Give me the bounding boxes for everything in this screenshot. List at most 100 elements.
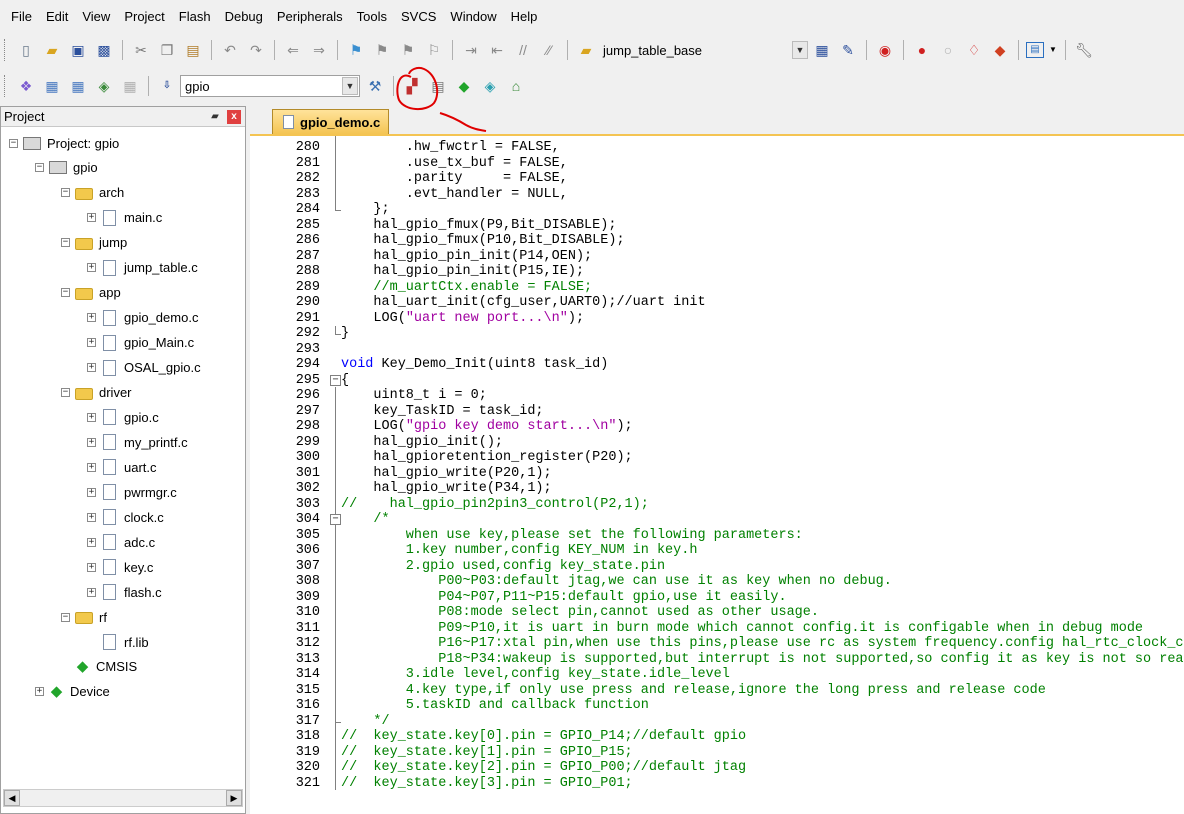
tree-item[interactable]: + main.c: [87, 207, 162, 229]
collapse-icon[interactable]: −: [35, 163, 44, 173]
expand-icon[interactable]: +: [87, 487, 96, 497]
collapse-icon[interactable]: −: [61, 388, 70, 397]
expand-icon[interactable]: +: [35, 687, 44, 697]
expand-icon[interactable]: +: [87, 213, 96, 223]
expand-icon[interactable]: +: [87, 338, 96, 348]
toolbar-grip[interactable]: [4, 39, 7, 61]
open-folder-icon[interactable]: ▰: [41, 39, 63, 61]
collapse-icon[interactable]: −: [9, 138, 18, 148]
disable-breakpoint-icon[interactable]: ○: [937, 39, 959, 61]
stop-build-icon[interactable]: ▦: [119, 75, 141, 97]
menu-flash[interactable]: Flash: [172, 0, 218, 34]
expand-icon[interactable]: +: [87, 412, 96, 422]
expand-icon[interactable]: +: [87, 363, 96, 373]
new-file-icon[interactable]: ▯: [15, 39, 37, 61]
collapse-icon[interactable]: −: [61, 612, 70, 622]
select-packs-icon[interactable]: ▤: [427, 75, 449, 97]
undo-icon[interactable]: ↶: [219, 39, 241, 61]
menu-edit[interactable]: Edit: [39, 0, 75, 34]
tree-item[interactable]: + flash.c: [87, 581, 162, 603]
bookmark-next-icon[interactable]: ⚑: [397, 39, 419, 61]
copy-icon[interactable]: ❐: [156, 39, 178, 61]
redo-icon[interactable]: ↷: [245, 39, 267, 61]
chevron-down-icon[interactable]: ▼: [342, 77, 358, 95]
expand-icon[interactable]: +: [87, 462, 96, 472]
disable-all-breakpoints-icon[interactable]: ♢: [963, 39, 985, 61]
tree-item[interactable]: + uart.c: [87, 456, 157, 478]
tree-item[interactable]: ◆ CMSIS: [61, 656, 137, 678]
indent-icon[interactable]: ⇥: [460, 39, 482, 61]
expand-icon[interactable]: +: [87, 263, 96, 273]
expand-icon[interactable]: +: [87, 437, 96, 447]
bookmark-prev-icon[interactable]: ⚑: [371, 39, 393, 61]
menu-file[interactable]: File: [4, 0, 39, 34]
paste-icon[interactable]: ▤: [182, 39, 204, 61]
tree-item[interactable]: + my_printf.c: [87, 431, 188, 453]
tree-item[interactable]: + gpio_Main.c: [87, 332, 194, 354]
menu-peripherals[interactable]: Peripherals: [270, 0, 350, 34]
expand-icon[interactable]: +: [87, 537, 96, 547]
rebuild-icon[interactable]: ▦: [67, 75, 89, 97]
incremental-find-icon[interactable]: ✎: [837, 39, 859, 61]
comment-icon[interactable]: //: [512, 39, 534, 61]
download-icon[interactable]: ⇩: [156, 75, 178, 97]
insert-breakpoint-icon[interactable]: ●: [911, 39, 933, 61]
menu-help[interactable]: Help: [504, 0, 545, 34]
code-editor[interactable]: − − 280 .hw_fwctrl = FALSE, 281 .use_tx_bu…: [250, 134, 1184, 814]
pack-installer-icon[interactable]: ◈: [479, 75, 501, 97]
tree-item[interactable]: + ◆ Device: [35, 681, 110, 703]
find-combo[interactable]: jump_table_base ▼: [599, 39, 809, 61]
menu-svcs[interactable]: SVCS: [394, 0, 443, 34]
tree-item[interactable]: − arch: [61, 182, 124, 204]
menu-debug[interactable]: Debug: [218, 0, 270, 34]
menu-view[interactable]: View: [75, 0, 117, 34]
translate-icon[interactable]: ❖: [15, 75, 37, 97]
tree-item[interactable]: + OSAL_gpio.c: [87, 357, 201, 379]
chevron-down-icon[interactable]: ▼: [792, 41, 808, 59]
tree-item[interactable]: + gpio_demo.c: [87, 307, 198, 329]
tree-item[interactable]: + key.c: [87, 556, 153, 578]
tree-item[interactable]: + clock.c: [87, 506, 164, 528]
panel-horizontal-scrollbar[interactable]: ◀ ▶: [3, 789, 243, 807]
pin-icon[interactable]: ▰: [207, 111, 223, 122]
tree-item[interactable]: − Project: gpio: [9, 132, 119, 154]
tree-item[interactable]: − app: [61, 282, 121, 304]
batch-build-icon[interactable]: ◈: [93, 75, 115, 97]
configure-icon[interactable]: 🔧︎: [1073, 39, 1095, 61]
bookmark-toggle-icon[interactable]: ⚑: [345, 39, 367, 61]
tree-item[interactable]: + gpio.c: [87, 406, 159, 428]
menu-project[interactable]: Project: [117, 0, 171, 34]
collapse-icon[interactable]: −: [61, 288, 70, 298]
tab-gpio-demo[interactable]: gpio_demo.c: [272, 109, 390, 134]
cut-icon[interactable]: ✂: [130, 39, 152, 61]
toolbar-grip[interactable]: [4, 75, 7, 97]
navigate-back-icon[interactable]: ⇐: [282, 39, 304, 61]
manage-rte-icon[interactable]: ◆: [453, 75, 475, 97]
target-select[interactable]: gpio ▼: [180, 75, 360, 97]
find-icon[interactable]: ▦: [811, 39, 833, 61]
scroll-right-icon[interactable]: ▶: [226, 790, 242, 806]
close-panel-button[interactable]: x: [227, 109, 241, 124]
save-icon[interactable]: ▣: [67, 39, 89, 61]
tree-item[interactable]: + adc.c: [87, 531, 155, 553]
navigate-forward-icon[interactable]: ⇒: [308, 39, 330, 61]
debug-session-icon[interactable]: ◉: [874, 39, 896, 61]
collapse-icon[interactable]: −: [61, 238, 70, 248]
uncomment-icon[interactable]: ⁄⁄: [538, 39, 560, 61]
expand-icon[interactable]: +: [87, 562, 96, 572]
tree-item[interactable]: rf.lib: [87, 631, 149, 653]
tree-item[interactable]: + jump_table.c: [87, 257, 198, 279]
unindent-icon[interactable]: ⇤: [486, 39, 508, 61]
save-all-icon[interactable]: ▩: [93, 39, 115, 61]
options-for-target-icon[interactable]: ⚒: [364, 75, 386, 97]
tree-item[interactable]: − jump: [61, 232, 127, 254]
tree-item[interactable]: − gpio: [35, 157, 98, 179]
menu-window[interactable]: Window: [443, 0, 503, 34]
bookmark-clear-icon[interactable]: ⚐: [423, 39, 445, 61]
expand-icon[interactable]: +: [87, 512, 96, 522]
chevron-down-icon[interactable]: ▼: [1048, 39, 1058, 61]
window-layout-icon[interactable]: ▤: [1026, 42, 1044, 58]
build-icon[interactable]: ▦: [41, 75, 63, 97]
menu-tools[interactable]: Tools: [350, 0, 394, 34]
expand-icon[interactable]: +: [87, 313, 96, 323]
